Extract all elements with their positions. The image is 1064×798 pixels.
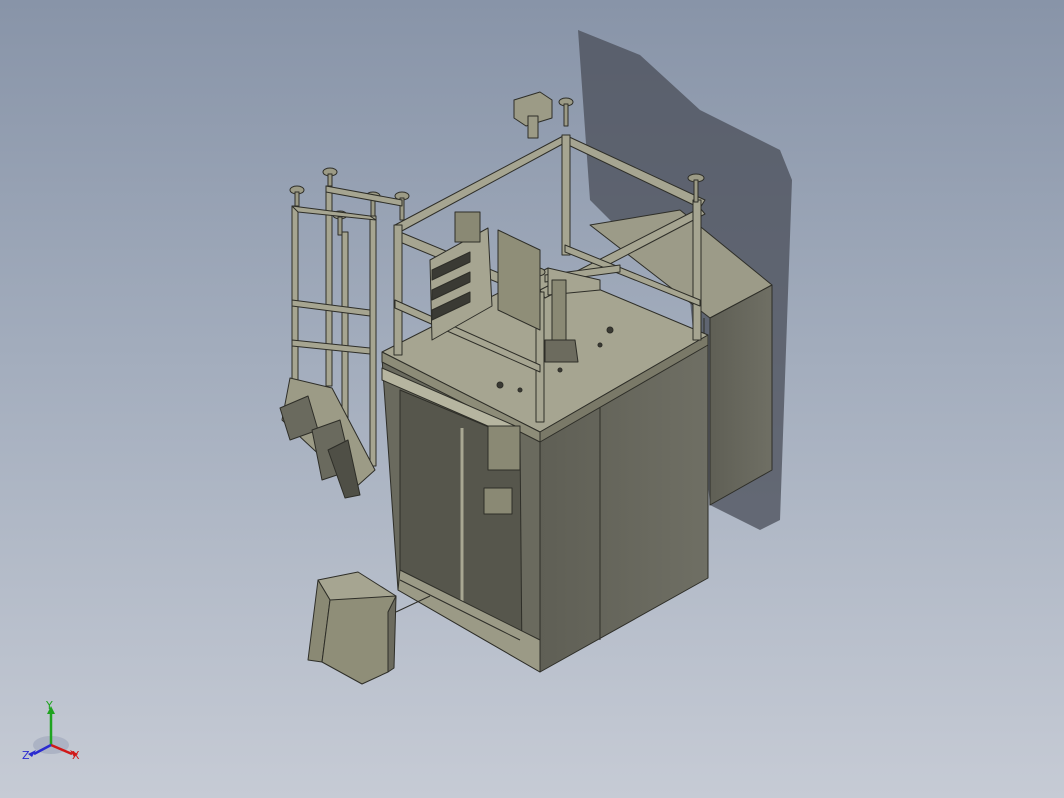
top-bracket[interactable]: [513, 91, 553, 139]
assembly-model[interactable]: [0, 0, 1064, 798]
y-axis-label: Y: [46, 699, 53, 712]
x-axis-label: X: [72, 749, 80, 762]
coordinate-triad[interactable]: Y X Z: [14, 700, 94, 780]
cad-viewport[interactable]: Y X Z: [0, 0, 1064, 798]
swing-arm-plate[interactable]: [279, 377, 376, 499]
triad-icon: [28, 706, 78, 757]
z-axis-label: Z: [22, 749, 30, 762]
